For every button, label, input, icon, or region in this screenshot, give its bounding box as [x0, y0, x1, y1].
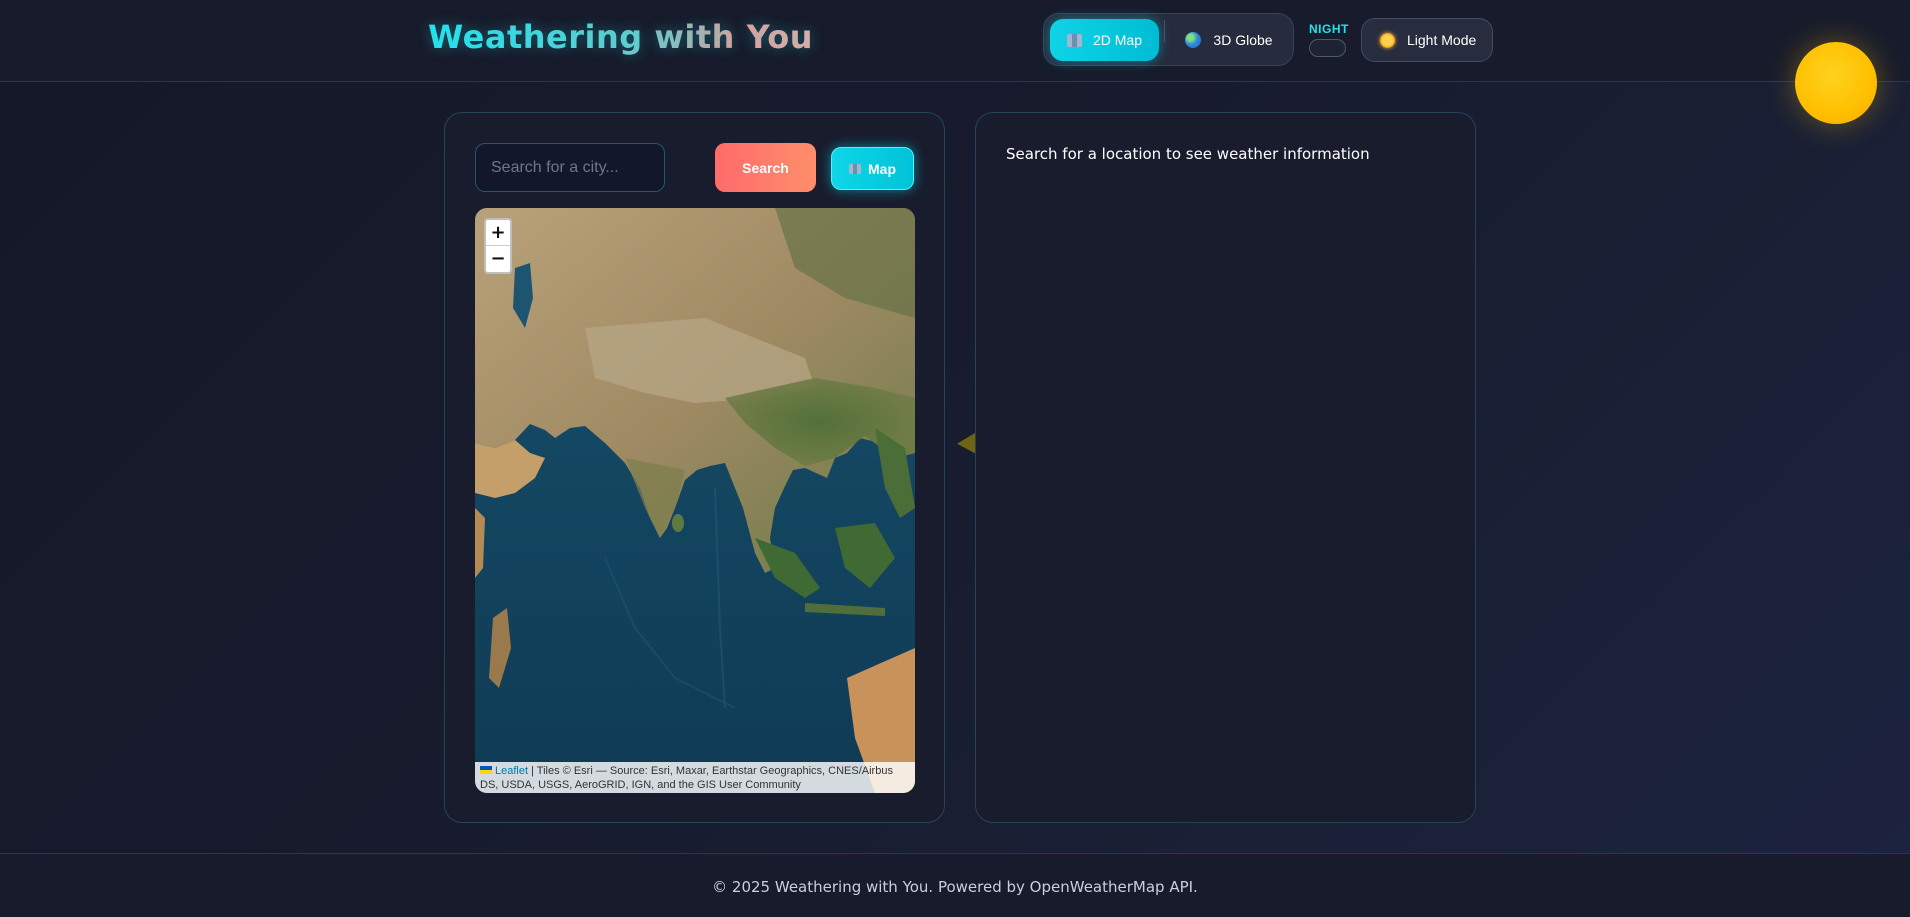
attribution-text: | Tiles © Esri — Source: Esri, Maxar, Ea…: [480, 765, 893, 791]
map-attribution: Leaflet | Tiles © Esri — Source: Esri, M…: [475, 762, 915, 793]
app-header: Weathering with You 2D Map 3D Globe NIGH…: [0, 0, 1910, 82]
app-footer: © 2025 Weathering with You. Powered by O…: [0, 853, 1910, 917]
decorative-sun: [1795, 42, 1877, 124]
map-icon: [1066, 33, 1082, 47]
map-button-label: Map: [868, 160, 896, 177]
3d-globe-label: 3D Globe: [1213, 32, 1273, 48]
city-search-input[interactable]: [475, 143, 665, 192]
globe-icon: [1185, 32, 1202, 48]
zoom-out-button[interactable]: −: [486, 246, 510, 272]
leaflet-link[interactable]: Leaflet: [495, 765, 528, 777]
satellite-map[interactable]: + − Leaflet | Tiles © Esri — Source: Esr…: [475, 208, 915, 793]
map-imagery: [475, 208, 915, 793]
zoom-in-button[interactable]: +: [486, 220, 510, 246]
light-mode-button[interactable]: Light Mode: [1361, 18, 1493, 62]
zoom-control: + −: [484, 218, 512, 274]
3d-globe-button[interactable]: 3D Globe: [1170, 19, 1288, 61]
search-map-panel: Search Map: [444, 112, 945, 823]
night-mode-switch[interactable]: [1309, 39, 1346, 57]
view-mode-toggle: 2D Map 3D Globe: [1043, 13, 1294, 66]
search-button[interactable]: Search: [715, 143, 816, 192]
toggle-divider: [1164, 20, 1165, 42]
2d-map-button[interactable]: 2D Map: [1050, 19, 1159, 61]
app-logo[interactable]: Weathering with You: [428, 18, 813, 56]
weather-info-panel: Search for a location to see weather inf…: [975, 112, 1476, 823]
map-icon: [849, 163, 861, 174]
light-mode-label: Light Mode: [1407, 32, 1477, 48]
weather-placeholder-message: Search for a location to see weather inf…: [1006, 145, 1370, 163]
sun-icon: [1380, 32, 1395, 48]
2d-map-label: 2D Map: [1092, 32, 1143, 48]
footer-text: © 2025 Weathering with You. Powered by O…: [712, 878, 1198, 896]
map-button[interactable]: Map: [831, 147, 914, 190]
ukraine-flag-icon: [480, 766, 492, 774]
night-mode-label: NIGHT: [1309, 22, 1349, 36]
